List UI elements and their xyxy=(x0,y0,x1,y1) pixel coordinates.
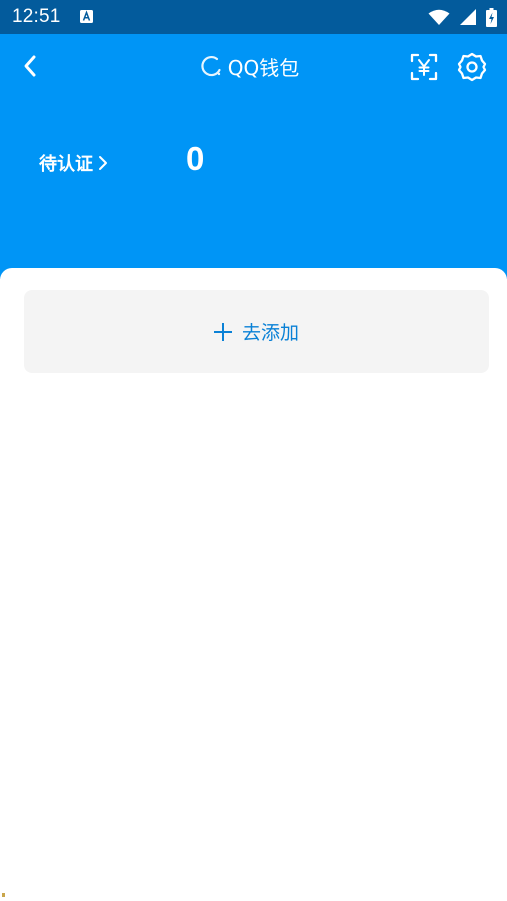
yuan-scan-button[interactable] xyxy=(407,50,441,84)
battery-icon xyxy=(486,7,497,27)
settings-button[interactable] xyxy=(455,50,489,84)
chevron-right-icon xyxy=(99,156,107,170)
yuan-scan-icon xyxy=(410,53,438,81)
pending-verification-link[interactable]: 待认证 xyxy=(39,150,108,176)
status-bar: 12:51 xyxy=(0,0,507,34)
pending-count: 0 xyxy=(186,140,205,177)
status-icons xyxy=(428,7,497,27)
add-label: 去添加 xyxy=(241,322,299,344)
wifi-icon xyxy=(428,9,450,25)
corner-marker xyxy=(2,893,5,897)
page-title: QQ钱包 xyxy=(227,55,300,80)
a-notification-icon xyxy=(80,10,93,23)
gear-icon xyxy=(457,52,487,82)
plus-icon xyxy=(213,322,232,341)
pending-label: 待认证 xyxy=(39,154,93,175)
loading-spinner-icon xyxy=(201,56,221,77)
signal-icon xyxy=(460,9,476,25)
status-time: 12:51 xyxy=(12,6,61,27)
main-content: 去添加 xyxy=(0,268,507,901)
add-button[interactable]: 去添加 xyxy=(24,290,489,373)
wallet-header: QQ钱包 待认证 0 xyxy=(0,34,507,279)
